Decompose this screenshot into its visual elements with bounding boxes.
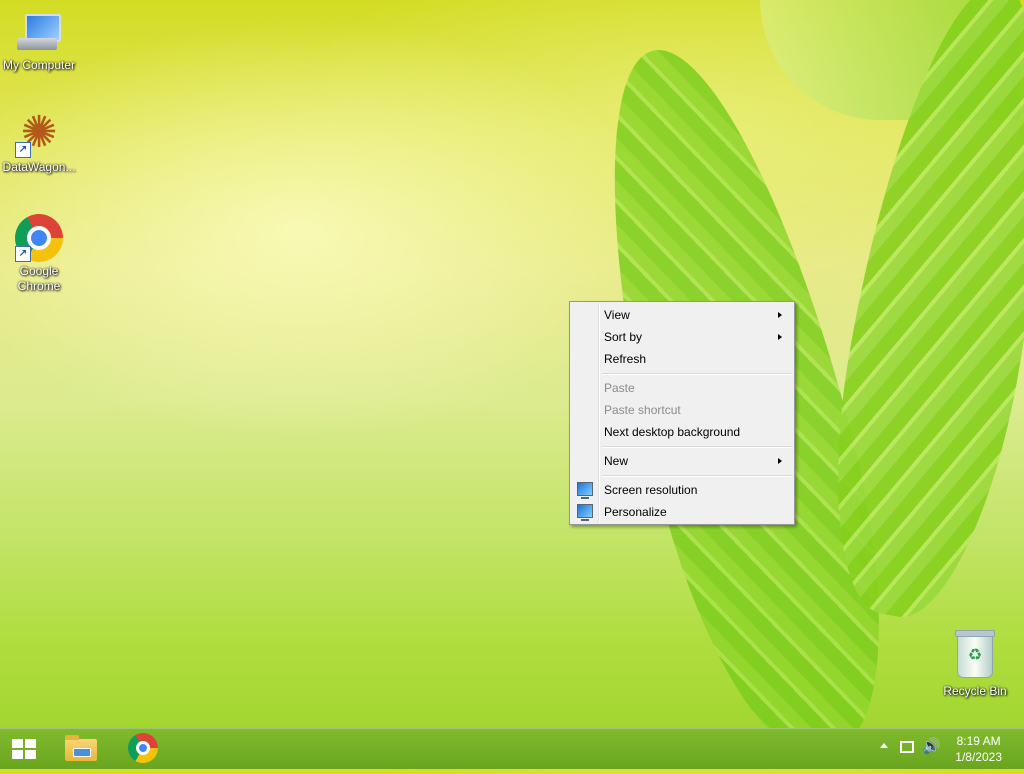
menu-item-paste: Paste xyxy=(604,381,635,395)
taskbar-file-explorer[interactable] xyxy=(62,733,100,765)
menu-separator xyxy=(602,475,792,477)
show-hidden-icons-icon[interactable] xyxy=(880,743,888,748)
network-icon[interactable] xyxy=(900,741,914,753)
desktop-icon-label: Chrome xyxy=(17,279,61,293)
menu-separator xyxy=(602,373,792,375)
desktop-icon-label: My Computer xyxy=(2,58,76,72)
taskbar-google-chrome[interactable] xyxy=(124,733,162,765)
menu-item-sort-by[interactable]: Sort by xyxy=(572,326,792,348)
menu-item-screen-resolution[interactable]: Screen resolution xyxy=(572,479,792,501)
clock-date: 1/8/2023 xyxy=(955,750,1002,764)
desktop-context-menu: View Sort by Refresh Paste Paste shortcu… xyxy=(569,301,795,525)
menu-item-new[interactable]: New xyxy=(572,450,792,472)
desktop-icon-recycle-bin[interactable]: ♻ Recycle Bin xyxy=(937,630,1013,699)
desktop-icon-google-chrome[interactable]: ↗ Google Chrome xyxy=(1,214,77,294)
windows-logo-icon xyxy=(12,739,36,760)
menu-item-view[interactable]: View xyxy=(572,304,792,326)
desktop-icon-label: DataWagon... xyxy=(2,160,76,174)
monitor-icon xyxy=(577,482,593,499)
submenu-arrow-icon xyxy=(778,334,782,340)
chrome-icon xyxy=(128,733,158,763)
recycle-bin-icon: ♻ xyxy=(951,630,999,682)
menu-item-next-desktop-background[interactable]: Next desktop background xyxy=(572,421,792,443)
menu-item-paste-shortcut: Paste shortcut xyxy=(604,403,681,417)
shortcut-arrow-icon: ↗ xyxy=(15,246,31,262)
menu-item-refresh[interactable]: Refresh xyxy=(572,348,792,370)
volume-icon[interactable]: 🔊 xyxy=(922,737,941,755)
desktop-icon-datawagon[interactable]: ✺ ↗ DataWagon... xyxy=(1,110,77,175)
computer-icon xyxy=(15,8,63,56)
system-tray: 🔊 8:19 AM 1/8/2023 xyxy=(864,729,1024,769)
menu-separator xyxy=(602,446,792,448)
taskbar: 🔊 8:19 AM 1/8/2023 xyxy=(0,728,1024,769)
submenu-arrow-icon xyxy=(778,458,782,464)
start-button[interactable] xyxy=(6,733,42,765)
submenu-arrow-icon xyxy=(778,312,782,318)
shortcut-arrow-icon: ↗ xyxy=(15,142,31,158)
clock-time: 8:19 AM xyxy=(956,734,1001,748)
menu-item-personalize[interactable]: Personalize xyxy=(572,501,792,523)
clock[interactable]: 8:19 AM 1/8/2023 xyxy=(955,733,1002,765)
desktop-icon-my-computer[interactable]: My Computer xyxy=(1,8,77,73)
chrome-icon: ↗ xyxy=(15,214,63,262)
monitor-icon xyxy=(577,504,593,521)
folder-icon xyxy=(65,735,97,761)
datawagon-icon: ✺ ↗ xyxy=(15,110,63,158)
desktop-icon-label: Recycle Bin xyxy=(943,684,1007,698)
desktop-icon-label: Google xyxy=(19,264,59,278)
